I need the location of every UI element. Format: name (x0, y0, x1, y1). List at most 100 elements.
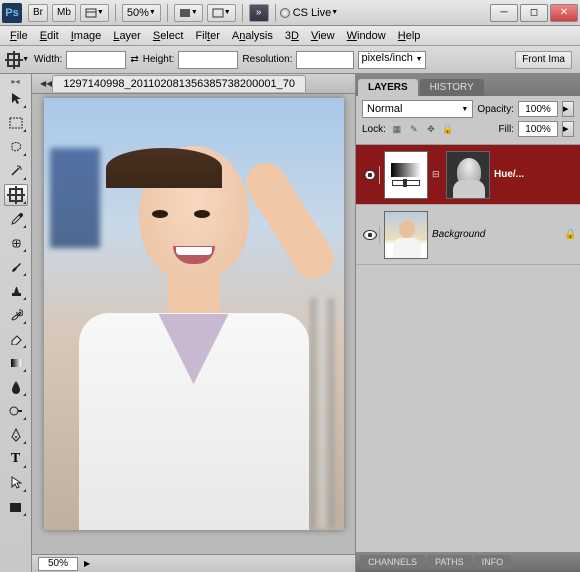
lock-all-icon[interactable]: 🔒 (441, 122, 455, 136)
window-controls: ─ ◻ ✕ (490, 4, 578, 22)
menu-image[interactable]: Image (65, 30, 108, 42)
path-select-tool[interactable] (4, 472, 28, 494)
menu-file[interactable]: File (4, 30, 34, 42)
layers-panel-tabs: LAYERS HISTORY (356, 74, 580, 96)
menu-window[interactable]: Window (341, 30, 392, 42)
document-tab-bar: ◀◀ 1297140998_201102081356385738200001_7… (32, 74, 355, 94)
fill-label: Fill: (498, 124, 514, 135)
height-input[interactable] (178, 51, 238, 69)
separator (115, 4, 116, 22)
crop-tool[interactable] (4, 184, 28, 206)
tab-info[interactable]: INFO (474, 555, 512, 569)
menu-edit[interactable]: Edit (34, 30, 65, 42)
zoom-status-input[interactable] (38, 557, 78, 571)
lock-move-icon[interactable]: ✥ (424, 122, 438, 136)
brush-tool[interactable] (4, 256, 28, 278)
titlebar: Ps Br Mb ▼ 50% ▼ ▼ ▼ » CS Live ▼ ─ ◻ ✕ (0, 0, 580, 26)
unit-selector[interactable]: pixels/inch ▼ (358, 51, 425, 69)
mini-bridge-button[interactable]: Mb (52, 4, 76, 22)
width-input[interactable] (66, 51, 126, 69)
tab-history[interactable]: HISTORY (420, 79, 484, 96)
menu-filter[interactable]: Filter (189, 30, 225, 42)
menu-view[interactable]: View (305, 30, 341, 42)
layer-row[interactable]: Background 🔒 (356, 205, 580, 265)
height-label: Height: (143, 54, 175, 65)
photo-content (44, 98, 344, 530)
fill-slider-toggle[interactable]: ▸ (562, 121, 574, 137)
healing-brush-tool[interactable] (4, 232, 28, 254)
type-tool[interactable]: T (4, 448, 28, 470)
lock-transparent-icon[interactable]: ▦ (390, 122, 404, 136)
move-tool[interactable] (4, 88, 28, 110)
layer-visibility-toggle[interactable] (360, 166, 380, 184)
mask-thumbnail[interactable] (446, 151, 490, 199)
document-tab[interactable]: 1297140998_201102081356385738200001_70 (52, 75, 306, 92)
screen-mode-button[interactable]: ▼ (207, 4, 236, 22)
maximize-button[interactable]: ◻ (520, 4, 548, 22)
layer-name[interactable]: Background (432, 229, 560, 240)
tab-scroll-left[interactable]: ◀◀ (40, 79, 52, 88)
menu-layer[interactable]: Layer (107, 30, 147, 42)
menu-analysis[interactable]: Analysis (226, 30, 279, 42)
toolbox: ▸◂ T (0, 74, 32, 572)
eye-icon (363, 170, 377, 180)
right-panel: LAYERS HISTORY Normal▼ Opacity: ▸ Lock: … (355, 74, 580, 572)
canvas-viewport[interactable] (32, 94, 355, 554)
opacity-input[interactable] (518, 101, 558, 117)
lock-label: Lock: (362, 124, 386, 135)
status-expand-icon[interactable]: ▶ (84, 559, 90, 568)
separator (275, 4, 276, 22)
minimize-button[interactable]: ─ (490, 4, 518, 22)
swap-icon[interactable]: ⇄ (130, 54, 138, 65)
view-mode-button[interactable]: ▼ (174, 4, 203, 22)
marquee-tool[interactable] (4, 112, 28, 134)
adjustment-thumbnail[interactable] (384, 151, 428, 199)
pen-tool[interactable] (4, 424, 28, 446)
opacity-slider-toggle[interactable]: ▸ (562, 101, 574, 117)
lock-paint-icon[interactable]: ✎ (407, 122, 421, 136)
tab-channels[interactable]: CHANNELS (360, 555, 425, 569)
tab-layers[interactable]: LAYERS (358, 79, 418, 96)
options-bar: ▼ Width: ⇄ Height: Resolution: pixels/in… (0, 46, 580, 74)
layer-thumbnail[interactable] (384, 211, 428, 259)
eraser-tool[interactable] (4, 328, 28, 350)
cs-live-button[interactable]: CS Live ▼ (280, 7, 338, 19)
fill-input[interactable] (518, 121, 558, 137)
front-image-button[interactable]: Front Ima (515, 51, 572, 69)
layer-name[interactable]: Hue/... (494, 169, 576, 180)
blend-mode-selector[interactable]: Normal▼ (362, 100, 473, 118)
view-extras-button[interactable]: ▼ (80, 4, 109, 22)
magic-wand-tool[interactable] (4, 160, 28, 182)
tab-paths[interactable]: PATHS (427, 555, 472, 569)
resolution-input[interactable] (296, 51, 354, 69)
blur-tool[interactable] (4, 376, 28, 398)
layer-visibility-toggle[interactable] (360, 226, 380, 244)
cs-live-icon (280, 8, 290, 18)
dodge-tool[interactable] (4, 400, 28, 422)
layer-row[interactable]: ⊟ Hue/... (356, 145, 580, 205)
zoom-selector[interactable]: 50% ▼ (122, 4, 161, 22)
bridge-button[interactable]: Br (28, 4, 48, 22)
gradient-tool[interactable] (4, 352, 28, 374)
menu-select[interactable]: Select (147, 30, 190, 42)
mask-link-icon[interactable]: ⊟ (432, 169, 442, 180)
toolbox-collapse[interactable]: ▸◂ (0, 76, 31, 87)
close-button[interactable]: ✕ (550, 4, 578, 22)
expand-button[interactable]: » (249, 4, 269, 22)
canvas[interactable] (44, 98, 344, 530)
clone-stamp-tool[interactable] (4, 280, 28, 302)
resolution-label: Resolution: (242, 54, 292, 65)
eyedropper-tool[interactable] (4, 208, 28, 230)
crop-tool-indicator[interactable]: ▼ (6, 49, 30, 71)
bottom-panel-tabs: CHANNELS PATHS INFO (356, 552, 580, 572)
eye-icon (363, 230, 377, 240)
menu-3d[interactable]: 3D (279, 30, 305, 42)
menu-help[interactable]: Help (392, 30, 427, 42)
separator (167, 4, 168, 22)
lasso-tool[interactable] (4, 136, 28, 158)
crop-icon (9, 188, 23, 202)
shape-tool[interactable] (4, 496, 28, 518)
history-brush-tool[interactable] (4, 304, 28, 326)
menubar: File Edit Image Layer Select Filter Anal… (0, 26, 580, 46)
crop-icon (7, 53, 20, 67)
